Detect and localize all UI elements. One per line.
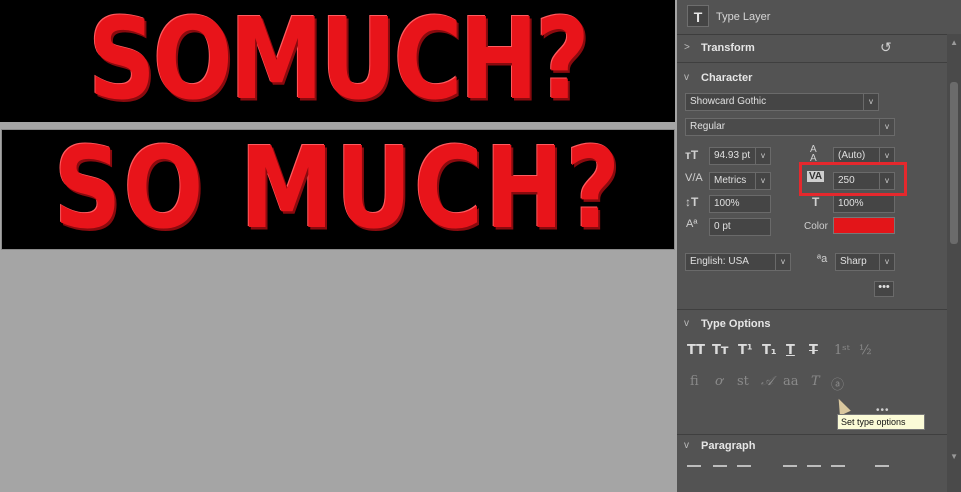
- language-select[interactable]: English: USA v: [685, 253, 791, 271]
- stylistic-alternates-icon[interactable]: aa: [783, 374, 799, 389]
- justify-center-icon[interactable]: [807, 465, 821, 467]
- chevron-down-icon[interactable]: v: [755, 173, 770, 189]
- scrollbar-thumb[interactable]: [950, 82, 958, 244]
- kerning-select[interactable]: Metrics v: [709, 172, 771, 190]
- swash-icon[interactable]: 𝒜: [761, 374, 773, 389]
- horizontal-scale-value: 100%: [838, 198, 864, 209]
- vertical-scale-field[interactable]: 100%: [709, 195, 771, 213]
- font-family-select[interactable]: Showcard Gothic v: [685, 93, 879, 111]
- fractions-icon[interactable]: ½: [859, 343, 872, 358]
- section-type-options[interactable]: Type Options: [701, 318, 770, 330]
- reset-transform-icon[interactable]: ↺: [880, 39, 892, 56]
- section-transform[interactable]: Transform: [701, 42, 755, 54]
- discretionary-ligatures-icon[interactable]: ơ: [715, 374, 723, 389]
- chevron-down-icon[interactable]: v: [863, 94, 878, 110]
- all-caps-icon[interactable]: TT: [687, 343, 705, 358]
- font-size-field[interactable]: 94.93 pt v: [709, 147, 771, 165]
- divider: [677, 434, 947, 435]
- baseline-shift-field[interactable]: 0 pt: [709, 218, 771, 236]
- vertical-scale-value: 100%: [714, 198, 740, 209]
- document-canvas[interactable]: SOMUCH? SO MUCH?: [0, 0, 677, 492]
- kerning-value: Metrics: [714, 175, 747, 186]
- ligatures-icon[interactable]: ﬁ: [690, 374, 699, 389]
- font-family-value: Showcard Gothic: [690, 96, 767, 107]
- ordinals-icon[interactable]: 1ˢᵗ: [834, 343, 850, 358]
- chevron-down-icon[interactable]: v: [879, 119, 894, 135]
- panel-scrollbar[interactable]: [947, 34, 961, 492]
- language-value: English: USA: [690, 256, 749, 267]
- ornaments-icon[interactable]: ⓐ: [831, 374, 844, 393]
- subscript-icon[interactable]: T₁: [762, 343, 777, 358]
- underline-icon[interactable]: T: [786, 343, 795, 358]
- text-banner-bottom[interactable]: SO MUCH?: [1, 129, 675, 250]
- scroll-down-icon[interactable]: ▼: [950, 452, 958, 461]
- historical-ligatures-icon[interactable]: st: [737, 374, 749, 389]
- font-style-value: Regular: [690, 121, 726, 132]
- horizontal-scale-icon: T: [812, 195, 820, 209]
- chevron-down-icon[interactable]: v: [684, 72, 689, 83]
- justify-right-icon[interactable]: [831, 465, 845, 467]
- chevron-down-icon[interactable]: v: [879, 254, 894, 270]
- chevron-down-icon[interactable]: v: [755, 148, 770, 164]
- baseline-shift-icon: Aª: [686, 218, 698, 230]
- layer-kind-label: Type Layer: [716, 11, 771, 23]
- text-banner-top[interactable]: SOMUCH?: [0, 0, 675, 122]
- tooltip: Set type options: [837, 414, 925, 430]
- banner-text-bottom: SO MUCH?: [53, 129, 623, 250]
- scroll-up-icon[interactable]: ▲: [950, 38, 958, 47]
- antialias-icon: ªa: [817, 253, 828, 265]
- justify-all-icon[interactable]: [875, 465, 889, 467]
- font-size-value: 94.93 pt: [714, 150, 751, 161]
- section-paragraph[interactable]: Paragraph: [701, 440, 755, 452]
- section-character[interactable]: Character: [701, 72, 752, 84]
- divider: [677, 62, 947, 63]
- panel-header: T Type Layer: [677, 0, 961, 35]
- font-style-select[interactable]: Regular v: [685, 118, 895, 136]
- color-label: Color: [804, 221, 828, 232]
- banner-text-top: SOMUCH?: [88, 0, 590, 122]
- font-size-icon: ᴛT: [685, 148, 699, 162]
- chevron-right-icon[interactable]: >: [684, 42, 690, 53]
- superscript-icon[interactable]: T¹: [738, 343, 753, 358]
- vertical-scale-icon: ↕T: [685, 195, 699, 209]
- leading-icon: AA: [810, 144, 817, 164]
- justify-left-icon[interactable]: [783, 465, 797, 467]
- chevron-down-icon[interactable]: v: [775, 254, 790, 270]
- align-right-icon[interactable]: [737, 465, 751, 467]
- type-layer-icon: T: [687, 5, 709, 27]
- antialias-select[interactable]: Sharp v: [835, 253, 895, 271]
- titling-alternates-icon[interactable]: T: [811, 374, 820, 389]
- strikethrough-icon[interactable]: T: [809, 343, 818, 358]
- kerning-icon: V/A: [685, 172, 703, 184]
- small-caps-icon[interactable]: Tᴛ: [712, 343, 728, 358]
- tracking-highlight-box: [799, 162, 907, 196]
- horizontal-scale-field[interactable]: 100%: [833, 195, 895, 213]
- leading-value: (Auto): [838, 150, 866, 161]
- color-swatch[interactable]: [833, 217, 895, 234]
- align-left-icon[interactable]: [687, 465, 701, 467]
- divider: [677, 309, 947, 310]
- antialias-value: Sharp: [840, 256, 867, 267]
- align-center-icon[interactable]: [713, 465, 727, 467]
- chevron-down-icon[interactable]: v: [684, 440, 689, 451]
- baseline-shift-value: 0 pt: [714, 221, 731, 232]
- character-more-button[interactable]: •••: [874, 281, 894, 297]
- chevron-down-icon[interactable]: v: [684, 318, 689, 329]
